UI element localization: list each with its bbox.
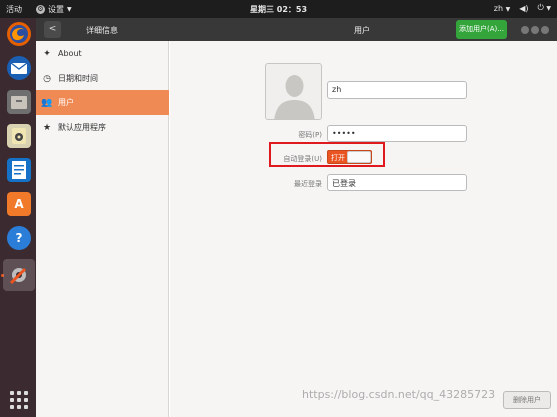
autologin-label: 自动登录(U) — [283, 155, 322, 163]
header-bar: < 详细信息 用户 添加用户(A)... — [36, 18, 557, 41]
firefox-icon[interactable] — [7, 22, 31, 46]
watermark: https://blog.csdn.net/qq_43285723 — [302, 388, 496, 401]
user-avatar[interactable] — [265, 63, 322, 120]
password-field[interactable]: ••••• — [327, 125, 467, 142]
avatar-placeholder-icon — [274, 75, 315, 119]
panel-title: 详细信息 — [86, 26, 118, 35]
clock[interactable]: 星期三 02：53 — [0, 4, 557, 15]
autologin-switch[interactable]: 打开 — [327, 150, 372, 164]
top-bar: 活动 ⚙ 设置 ▼ 星期三 02：53 zh ▼ ◀) ⏻ ▼ — [0, 0, 557, 18]
remove-user-button[interactable]: 删除用户 — [503, 391, 551, 409]
files-icon[interactable] — [7, 90, 31, 114]
maximize-icon[interactable] — [531, 26, 539, 34]
last-login-label: 最近登录 — [294, 180, 322, 188]
sidebar-item-label: 默认应用程序 — [58, 123, 106, 132]
star-icon: ✦ — [43, 48, 51, 59]
software-center-icon[interactable]: A — [7, 192, 31, 216]
switch-knob — [347, 151, 371, 163]
clock-icon: ◷ — [43, 73, 51, 84]
password-label: 密码(P) — [298, 131, 322, 139]
sidebar-item-about[interactable]: ✦ About — [36, 41, 169, 66]
show-applications-icon[interactable] — [10, 391, 28, 409]
close-icon[interactable] — [541, 26, 549, 34]
user-panel: zh 密码(P) ••••• 自动登录(U) 打开 最近登录 已登录 删除用户 — [170, 41, 557, 417]
minimize-icon[interactable] — [521, 26, 529, 34]
username-field[interactable]: zh — [327, 81, 467, 99]
sidebar-item-default-apps[interactable]: ★ 默认应用程序 — [36, 115, 169, 140]
thunderbird-icon[interactable] — [7, 56, 31, 80]
switch-state-label: 打开 — [331, 154, 345, 162]
page-title: 用户 — [354, 26, 370, 35]
chevron-down-icon: ▼ — [505, 5, 511, 13]
sidebar-item-label: About — [58, 49, 82, 58]
chevron-left-icon: < — [48, 24, 57, 34]
system-tray: zh ▼ ◀) ⏻ ▼ — [494, 3, 551, 13]
input-method-indicator[interactable]: zh ▼ — [494, 4, 510, 13]
sidebar-item-users[interactable]: 👥 用户 — [36, 90, 169, 115]
star-icon: ★ — [42, 122, 52, 133]
power-icon[interactable]: ⏻ ▼ — [538, 3, 552, 13]
sidebar-item-date-time[interactable]: ◷ 日期和时间 — [36, 66, 169, 91]
last-login-button[interactable]: 已登录 — [327, 174, 467, 191]
sidebar-item-label: 用户 — [58, 98, 74, 107]
volume-icon[interactable]: ◀) — [519, 4, 528, 13]
rhythmbox-icon[interactable] — [7, 124, 31, 148]
help-icon[interactable]: ? — [7, 226, 31, 250]
sidebar: ✦ About ◷ 日期和时间 👥 用户 ★ 默认应用程序 — [36, 41, 169, 417]
back-button[interactable]: < — [44, 21, 61, 38]
users-icon: 👥 — [41, 97, 53, 108]
add-user-button[interactable]: 添加用户(A)... — [456, 20, 507, 39]
sidebar-item-label: 日期和时间 — [58, 74, 98, 83]
libreoffice-writer-icon[interactable] — [7, 158, 31, 182]
settings-icon[interactable] — [3, 259, 35, 291]
dock: A ? — [0, 18, 36, 417]
